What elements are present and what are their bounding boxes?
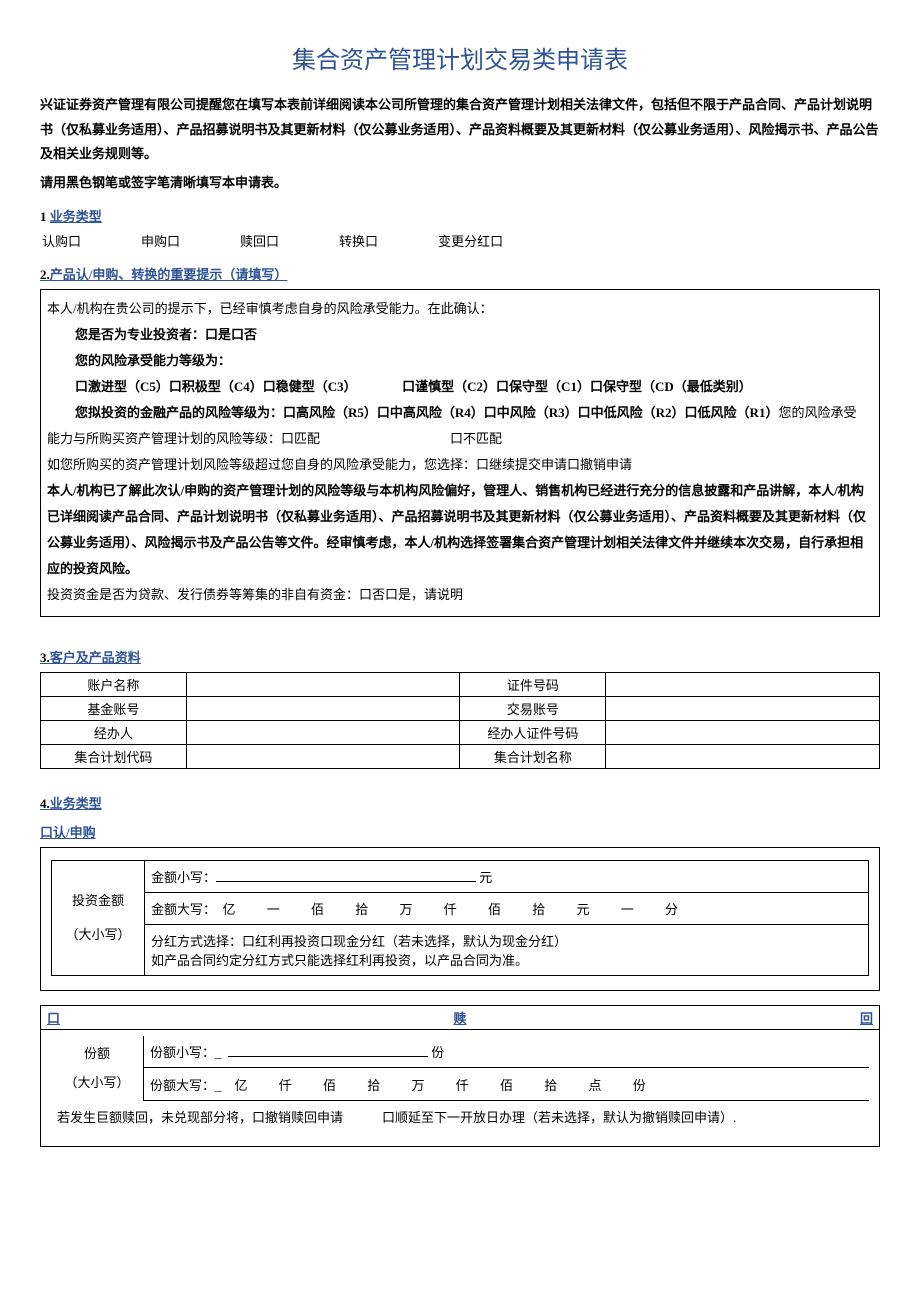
field-plan-code[interactable] (186, 744, 460, 768)
label-plan-code: 集合计划代码 (41, 744, 187, 768)
field-id-number[interactable] (606, 672, 880, 696)
table-row: 投资金额 （大小写） 金额小写： 元 (52, 860, 869, 892)
share-lower-row[interactable]: 份额小写：_ 份 (144, 1036, 870, 1068)
amount-upper-row[interactable]: 金额大写： 亿 一 佰 拾 万 仟 佰 拾 元 一 分 (145, 892, 869, 924)
s2-funding-source[interactable]: 投资资金是否为贷款、发行债券等筹集的非自有资金：口否口是，请说明 (47, 582, 873, 608)
field-operator-id[interactable] (606, 720, 880, 744)
dividend-choice[interactable]: 分红方式选择：口红利再投资口现金分红（若未选择，默认为现金分红） 如产品合同约定… (145, 924, 869, 975)
label-invest-amount: 投资金额 （大小写） (52, 860, 145, 975)
table-row: 金额大写： 亿 一 佰 拾 万 仟 佰 拾 元 一 分 (52, 892, 869, 924)
section-title: 业务类型 (50, 796, 102, 811)
s2-risk-tail: 您的风险承受 (778, 405, 856, 420)
intro-text-2: 请用黑色钢笔或签字笔清晰填写本申请表。 (40, 171, 880, 196)
section-num: 3. (40, 650, 50, 665)
section-num: 4. (40, 796, 50, 811)
section-title: 客户及产品资料 (50, 650, 141, 665)
table-row: 账户名称 证件号码 (41, 672, 880, 696)
field-plan-name[interactable] (606, 744, 880, 768)
label-fund-account: 基金账号 (41, 696, 187, 720)
opt-subscribe[interactable]: 认购口 (42, 231, 81, 250)
s2-pro-investor[interactable]: 您是否为专业投资者：口是口否 (47, 322, 873, 348)
section-num: 2. (40, 267, 50, 282)
table-row: 分红方式选择：口红利再投资口现金分红（若未选择，默认为现金分红） 如产品合同约定… (52, 924, 869, 975)
s2-match[interactable]: 能力与所购买资产管理计划的风险等级：口匹配 口不匹配 (47, 426, 873, 452)
section-4-sub[interactable]: 口认/申购 (40, 822, 880, 841)
opt-purchase[interactable]: 申购口 (141, 231, 180, 250)
redemption-left: 口 (47, 1008, 60, 1027)
section-4-header: 4.业务类型 (40, 793, 880, 812)
label-id-number: 证件号码 (460, 672, 606, 696)
intro-text: 兴证证券资产管理有限公司提醒您在填写本表前详细阅读本公司所管理的集合资产管理计划… (40, 93, 880, 167)
section-2-box: 本人/机构在贵公司的提示下，已经审慎考虑自身的风险承受能力。在此确认： 您是否为… (40, 289, 880, 617)
table-row: 经办人 经办人证件号码 (41, 720, 880, 744)
customer-product-table: 账户名称 证件号码 基金账号 交易账号 经办人 经办人证件号码 集合计划代码 集… (40, 672, 880, 769)
section-title: 业务类型 (50, 209, 102, 224)
label-operator-id: 经办人证件号码 (460, 720, 606, 744)
redemption-mid: 赎 (60, 1008, 860, 1027)
label-plan-name: 集合计划名称 (460, 744, 606, 768)
huge-redemption-note[interactable]: 若发生巨额赎回，未兑现部分将，口撤销赎回申请 口顺延至下一开放日办理（若未选择，… (51, 1101, 869, 1133)
section-1-header: 1 业务类型 (40, 206, 880, 225)
opt-convert[interactable]: 转换口 (339, 231, 378, 250)
s2-line-1: 本人/机构在贵公司的提示下，已经审慎考虑自身的风险承受能力。在此确认： (47, 296, 873, 322)
s2-product-risk-line: 您拟投资的金融产品的风险等级为：口高风险（R5）口中高风险（R4）口中风险（R3… (47, 400, 873, 426)
redemption-box: 份额 （大小写） 份额小写：_ 份 份额大写：_ 亿 仟 佰 拾 万 仟 佰 拾… (40, 1030, 880, 1147)
label-trade-account: 交易账号 (460, 696, 606, 720)
section-3-header: 3.客户及产品资料 (40, 647, 880, 666)
field-account-name[interactable] (186, 672, 460, 696)
invest-amount-table: 投资金额 （大小写） 金额小写： 元 金额大写： 亿 一 佰 拾 万 仟 佰 拾… (51, 860, 869, 976)
s2-product-risk[interactable]: 您拟投资的金融产品的风险等级为：口高风险（R5）口中高风险（R4）口中风险（R3… (75, 405, 778, 420)
redemption-right: 回 (860, 1008, 873, 1027)
field-operator[interactable] (186, 720, 460, 744)
field-trade-account[interactable] (606, 696, 880, 720)
s2-declaration: 本人/机构已了解此次认/申购的资产管理计划的风险等级与本机构风险偏好，管理人、销… (47, 478, 873, 582)
field-fund-account[interactable] (186, 696, 460, 720)
s2-exceed-choice[interactable]: 如您所购买的资产管理计划风险等级超过您自身的风险承受能力，您选择：口继续提交申请… (47, 452, 873, 478)
section-title: 产品认/申购、转换的重要提示（请填写） (50, 267, 288, 282)
share-upper-row[interactable]: 份额大写：_ 亿 仟 佰 拾 万 仟 佰 拾 点 份 (144, 1068, 870, 1101)
table-row: 基金账号 交易账号 (41, 696, 880, 720)
redemption-header[interactable]: 口 赎 回 (40, 1005, 880, 1030)
page-title: 集合资产管理计划交易类申请表 (40, 40, 880, 75)
table-row: 集合计划代码 集合计划名称 (41, 744, 880, 768)
section-num: 1 (40, 209, 47, 224)
s2-risk-level-label: 您的风险承受能力等级为： (47, 348, 873, 374)
label-operator: 经办人 (41, 720, 187, 744)
table-row: 若发生巨额赎回，未兑现部分将，口撤销赎回申请 口顺延至下一开放日办理（若未选择，… (51, 1101, 869, 1133)
opt-redeem[interactable]: 赎回口 (240, 231, 279, 250)
business-type-options: 认购口 申购口 赎回口 转换口 变更分红口 (40, 231, 880, 250)
table-row: 份额大写：_ 亿 仟 佰 拾 万 仟 佰 拾 点 份 (51, 1068, 869, 1101)
section-2-header: 2.产品认/申购、转换的重要提示（请填写） (40, 264, 880, 283)
s2-risk-level-options[interactable]: 口激进型（C5）口积极型（C4）口稳健型（C3） 口谨慎型（C2）口保守型（C1… (47, 374, 873, 400)
table-row: 份额 （大小写） 份额小写：_ 份 (51, 1036, 869, 1068)
label-share: 份额 （大小写） (51, 1036, 144, 1101)
label-account-name: 账户名称 (41, 672, 187, 696)
share-table: 份额 （大小写） 份额小写：_ 份 份额大写：_ 亿 仟 佰 拾 万 仟 佰 拾… (51, 1036, 869, 1132)
opt-change-dividend[interactable]: 变更分红口 (438, 231, 503, 250)
subscribe-box: 投资金额 （大小写） 金额小写： 元 金额大写： 亿 一 佰 拾 万 仟 佰 拾… (40, 847, 880, 991)
amount-lower-row[interactable]: 金额小写： 元 (145, 860, 869, 892)
